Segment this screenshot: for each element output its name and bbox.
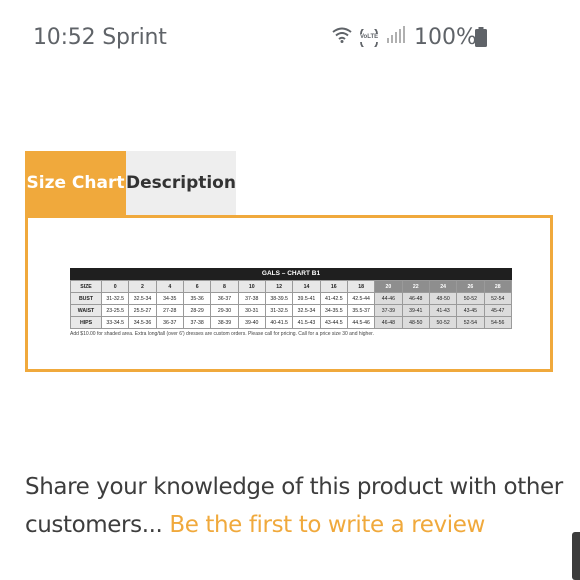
table-cell: 43-44.5 [319, 316, 348, 329]
table-cell: 46-48 [401, 292, 430, 305]
table-row: BUST 31-32.5 32.5-34 34-35 35-36 36-37 3… [70, 292, 513, 305]
table-cell: 42.5-44 [346, 292, 376, 305]
size-table: SIZE 0 2 4 6 8 10 12 14 16 18 20 22 24 2… [70, 280, 513, 329]
table-cell: 38-39 [210, 316, 239, 329]
table-header-cell: 6 [182, 280, 212, 293]
size-chart-title: GALS – CHART B1 [70, 268, 512, 280]
table-header-cell: 14 [292, 280, 321, 293]
review-prompt: Share your knowledge of this product wit… [25, 468, 565, 544]
table-cell: 54-56 [483, 316, 513, 329]
table-row-label: HIPS [70, 316, 102, 329]
table-cell: 23-25.5 [100, 304, 130, 317]
write-review-link[interactable]: Be the first to write a review [169, 512, 485, 538]
table-header-cell: 22 [401, 280, 430, 293]
table-cell: 25.5-27 [128, 304, 157, 317]
status-icons: VoLTE [332, 24, 406, 51]
table-cell: 44-46 [374, 292, 403, 305]
table-cell: 41-42.5 [319, 292, 348, 305]
table-header-cell: 10 [237, 280, 266, 293]
table-cell: 35.5-37 [346, 304, 376, 317]
size-chart: GALS – CHART B1 SIZE 0 2 4 6 8 10 12 14 … [70, 268, 513, 337]
volte-label: VoLTE [360, 33, 379, 40]
table-cell: 44.5-46 [346, 316, 376, 329]
table-cell: 37-38 [237, 292, 266, 305]
product-tabs: Size Chart Description [25, 151, 236, 215]
table-cell: 39.5-41 [292, 292, 321, 305]
table-cell: 34-35 [155, 292, 184, 305]
battery-icon [475, 27, 487, 47]
table-cell: 28-29 [182, 304, 212, 317]
size-chart-note: Add $10.00 for shaded area. Extra long/t… [70, 331, 374, 337]
table-cell: 43-45 [456, 304, 485, 317]
size-chart-panel: GALS – CHART B1 SIZE 0 2 4 6 8 10 12 14 … [25, 215, 553, 372]
table-row-label: BUST [70, 292, 102, 305]
table-header-cell: 8 [210, 280, 239, 293]
table-cell: 50-52 [456, 292, 485, 305]
table-cell: 52-54 [483, 292, 513, 305]
table-cell: 38-39.5 [264, 292, 294, 305]
table-header-cell: 16 [319, 280, 348, 293]
table-cell: 32.5-34 [292, 304, 321, 317]
table-header-cell: 28 [483, 280, 513, 293]
table-cell: 36-37 [155, 316, 184, 329]
table-cell: 36-37 [210, 292, 239, 305]
table-header-cell: 0 [100, 280, 130, 293]
table-header-cell: 20 [374, 280, 403, 293]
table-cell: 32.5-34 [128, 292, 157, 305]
table-row-label: WAIST [70, 304, 102, 317]
table-cell: 34-35.5 [319, 304, 348, 317]
table-cell: 31-32.5 [100, 292, 130, 305]
table-header-cell: 4 [155, 280, 184, 293]
table-cell: 40-41.5 [264, 316, 294, 329]
tab-size-chart[interactable]: Size Chart [25, 151, 126, 215]
scroll-handle[interactable] [572, 532, 580, 580]
table-row: HIPS 33-34.5 34.5-36 36-37 37-38 38-39 3… [70, 316, 513, 329]
table-cell: 39-40 [237, 316, 266, 329]
table-cell: 48-50 [428, 292, 458, 305]
table-cell: 34.5-36 [128, 316, 157, 329]
table-cell: 52-54 [456, 316, 485, 329]
status-time-carrier: 10:52 Sprint [33, 25, 167, 50]
table-cell: 30-31 [237, 304, 266, 317]
signal-icon [386, 26, 406, 49]
table-cell: 33-34.5 [100, 316, 130, 329]
table-cell: 46-48 [374, 316, 403, 329]
table-cell: 41-43 [428, 304, 458, 317]
wifi-icon [332, 27, 352, 48]
table-header-cell: 2 [128, 280, 157, 293]
table-cell: 50-52 [428, 316, 458, 329]
table-header-cell: 12 [264, 280, 294, 293]
volte-icon: VoLTE [358, 24, 380, 51]
table-cell: 37-38 [182, 316, 212, 329]
table-cell: 39-41 [401, 304, 430, 317]
tab-description[interactable]: Description [126, 151, 236, 215]
table-cell: 45-47 [483, 304, 513, 317]
table-cell: 27-28 [155, 304, 184, 317]
battery-percent: 100% [414, 25, 477, 50]
table-cell: 35-36 [182, 292, 212, 305]
status-bar: 10:52 Sprint VoLTE 100% [0, 0, 580, 72]
table-cell: 41.5-43 [292, 316, 321, 329]
table-row: WAIST 23-25.5 25.5-27 27-28 28-29 29-30 … [70, 304, 513, 317]
table-cell: 31-32.5 [264, 304, 294, 317]
table-cell: 37-39 [374, 304, 403, 317]
table-cell: 48-50 [401, 316, 430, 329]
table-header-cell: SIZE [70, 280, 102, 293]
table-header-cell: 26 [456, 280, 485, 293]
table-header-cell: 18 [346, 280, 376, 293]
table-header-row: SIZE 0 2 4 6 8 10 12 14 16 18 20 22 24 2… [70, 280, 513, 293]
table-cell: 29-30 [210, 304, 239, 317]
table-header-cell: 24 [428, 280, 458, 293]
